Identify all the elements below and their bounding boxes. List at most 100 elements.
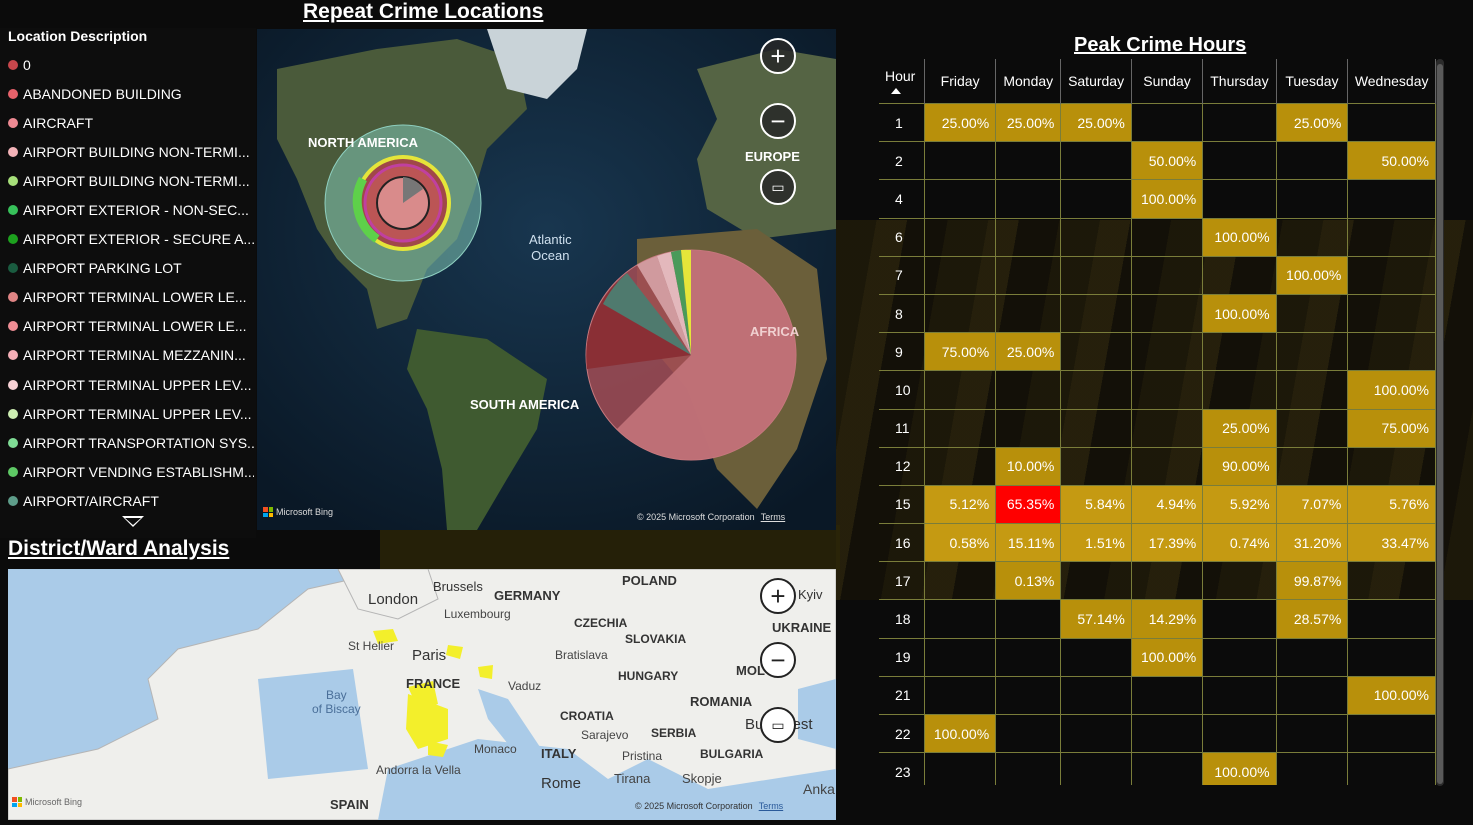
- zoom-in-button-2[interactable]: +: [760, 578, 796, 614]
- percent-cell[interactable]: 28.57%: [1276, 599, 1349, 639]
- percent-cell[interactable]: 25.00%: [995, 332, 1062, 371]
- zoom-in-button[interactable]: +: [760, 38, 796, 74]
- percent-cell[interactable]: 100.00%: [1202, 752, 1277, 785]
- select-area-button[interactable]: ▭: [760, 169, 796, 205]
- map1-terms-link[interactable]: Terms: [761, 512, 786, 522]
- percent-cell[interactable]: 50.00%: [1347, 141, 1436, 180]
- legend-item[interactable]: 0: [8, 50, 254, 79]
- column-header-sunday[interactable]: Sunday: [1131, 59, 1204, 104]
- percent-cell[interactable]: 5.12%: [924, 484, 997, 524]
- legend-item[interactable]: AIRCRAFT: [8, 108, 254, 137]
- percent-cell[interactable]: 10.00%: [995, 446, 1062, 486]
- matrix-scrollbar-thumb[interactable]: [1437, 64, 1443, 784]
- legend-item[interactable]: AIRPORT TERMINAL LOWER LE...: [8, 283, 254, 312]
- atlantic-ocean-label: Atlantic Ocean: [529, 232, 572, 263]
- percent-cell[interactable]: 25.00%: [924, 102, 997, 142]
- percent-cell[interactable]: 0.74%: [1202, 523, 1277, 562]
- legend-item[interactable]: AIRPORT TRANSPORTATION SYS...: [8, 428, 254, 457]
- sort-ascending-icon[interactable]: [891, 88, 901, 94]
- rome-label: Rome: [541, 775, 582, 792]
- legend-item-label: AIRPORT TERMINAL LOWER LE...: [23, 289, 247, 306]
- column-header-monday[interactable]: Monday: [995, 59, 1062, 104]
- percent-cell[interactable]: 1.51%: [1060, 523, 1132, 562]
- legend-item[interactable]: AIRPORT TERMINAL UPPER LEV...: [8, 370, 254, 399]
- italy-label: ITALY: [541, 746, 577, 761]
- percent-cell[interactable]: 75.00%: [1347, 408, 1436, 448]
- percent-cell[interactable]: 100.00%: [1131, 637, 1204, 677]
- percent-cell: [1202, 102, 1277, 142]
- europe-label: EUROPE: [745, 149, 800, 164]
- map2-terms-link[interactable]: Terms: [759, 801, 784, 811]
- percent-cell[interactable]: 14.29%: [1131, 599, 1204, 639]
- percent-cell: [1276, 179, 1349, 219]
- zoom-out-button[interactable]: −: [760, 103, 796, 139]
- percent-cell[interactable]: 100.00%: [1202, 293, 1277, 333]
- district-ward-map[interactable]: Brussels London GERMANY POLAND Kyiv Luxe…: [8, 569, 836, 820]
- percent-cell: [1347, 332, 1436, 371]
- peak-hours-matrix: Hour Friday Monday Saturday Sunday Thursday Tu…: [879, 59, 1436, 785]
- percent-cell[interactable]: 0.58%: [924, 523, 997, 562]
- legend-item-label: AIRPORT EXTERIOR - SECURE A...: [23, 231, 254, 248]
- percent-cell[interactable]: 33.47%: [1347, 523, 1436, 562]
- legend-item[interactable]: AIRPORT TERMINAL MEZZANIN...: [8, 341, 254, 370]
- legend-item[interactable]: AIRPORT BUILDING NON-TERMI...: [8, 166, 254, 195]
- legend-item[interactable]: AIRPORT TERMINAL LOWER LE...: [8, 312, 254, 341]
- percent-cell[interactable]: 99.87%: [1276, 561, 1349, 600]
- percent-cell[interactable]: 31.20%: [1276, 523, 1349, 562]
- legend-item[interactable]: AIRPORT/AIRCRAFT: [8, 486, 254, 515]
- percent-cell: [1202, 561, 1277, 600]
- percent-cell[interactable]: 5.84%: [1060, 484, 1132, 524]
- percent-cell[interactable]: 7.07%: [1276, 484, 1349, 524]
- percent-cell[interactable]: 25.00%: [1276, 102, 1349, 142]
- percent-cell[interactable]: 57.14%: [1060, 599, 1132, 639]
- percent-cell[interactable]: 100.00%: [1202, 217, 1277, 257]
- column-header-hour[interactable]: Hour: [879, 59, 926, 104]
- legend-item-label: AIRPORT TERMINAL MEZZANIN...: [23, 347, 246, 364]
- column-header-tuesday[interactable]: Tuesday: [1276, 59, 1349, 104]
- percent-cell[interactable]: 25.00%: [1060, 102, 1132, 142]
- percent-cell[interactable]: 100.00%: [1347, 675, 1436, 715]
- column-header-thursday[interactable]: Thursday: [1202, 59, 1277, 104]
- legend-item[interactable]: AIRPORT PARKING LOT: [8, 254, 254, 283]
- zoom-out-button-2[interactable]: −: [760, 642, 796, 678]
- percent-cell[interactable]: 5.92%: [1202, 484, 1277, 524]
- percent-cell: [1060, 713, 1132, 753]
- percent-cell[interactable]: 90.00%: [1202, 446, 1277, 486]
- legend-item[interactable]: AIRPORT VENDING ESTABLISHM...: [8, 457, 254, 486]
- percent-cell[interactable]: 25.00%: [995, 102, 1062, 142]
- percent-cell[interactable]: 100.00%: [1347, 370, 1436, 409]
- legend-item[interactable]: AIRPORT TERMINAL UPPER LEV...: [8, 399, 254, 428]
- percent-cell: [1060, 561, 1132, 600]
- legend-item[interactable]: ABANDONED BUILDING: [8, 79, 254, 108]
- percent-cell: [995, 293, 1062, 333]
- percent-cell[interactable]: 4.94%: [1131, 484, 1204, 524]
- percent-cell: [995, 370, 1062, 409]
- column-header-wednesday[interactable]: Wednesday: [1347, 59, 1436, 104]
- percent-cell: [1202, 255, 1277, 295]
- percent-cell[interactable]: 100.00%: [1131, 179, 1204, 219]
- percent-cell[interactable]: 5.76%: [1347, 484, 1436, 524]
- repeat-crime-map[interactable]: NORTH AMERICA EUROPE Atlantic Ocean AFRI…: [257, 29, 836, 530]
- select-area-button-2[interactable]: ▭: [760, 707, 796, 743]
- matrix-header-row: Hour Friday Monday Saturday Sunday Thursday Tu…: [879, 59, 1436, 104]
- percent-cell[interactable]: 75.00%: [924, 332, 997, 371]
- matrix-row: 23 100.00%: [879, 752, 1436, 785]
- africa-pie[interactable]: [585, 249, 797, 461]
- percent-cell[interactable]: 100.00%: [924, 713, 997, 753]
- percent-cell[interactable]: 100.00%: [1276, 255, 1349, 295]
- percent-cell[interactable]: 0.13%: [995, 561, 1062, 600]
- percent-cell[interactable]: 15.11%: [995, 523, 1062, 562]
- percent-cell: [995, 675, 1062, 715]
- percent-cell[interactable]: 65.35%: [995, 484, 1062, 524]
- percent-cell: [1276, 332, 1349, 371]
- percent-cell[interactable]: 17.39%: [1131, 523, 1204, 562]
- percent-cell[interactable]: 25.00%: [1202, 408, 1277, 448]
- column-header-friday[interactable]: Friday: [924, 59, 997, 104]
- legend-item[interactable]: AIRPORT EXTERIOR - SECURE A...: [8, 225, 254, 254]
- column-header-saturday[interactable]: Saturday: [1060, 59, 1132, 104]
- legend-item[interactable]: AIRPORT BUILDING NON-TERMI...: [8, 137, 254, 166]
- percent-cell[interactable]: 50.00%: [1131, 141, 1204, 180]
- legend-scroll-down-icon[interactable]: [122, 516, 144, 527]
- percent-cell: [1131, 332, 1204, 371]
- legend-item[interactable]: AIRPORT EXTERIOR - NON-SEC...: [8, 195, 254, 224]
